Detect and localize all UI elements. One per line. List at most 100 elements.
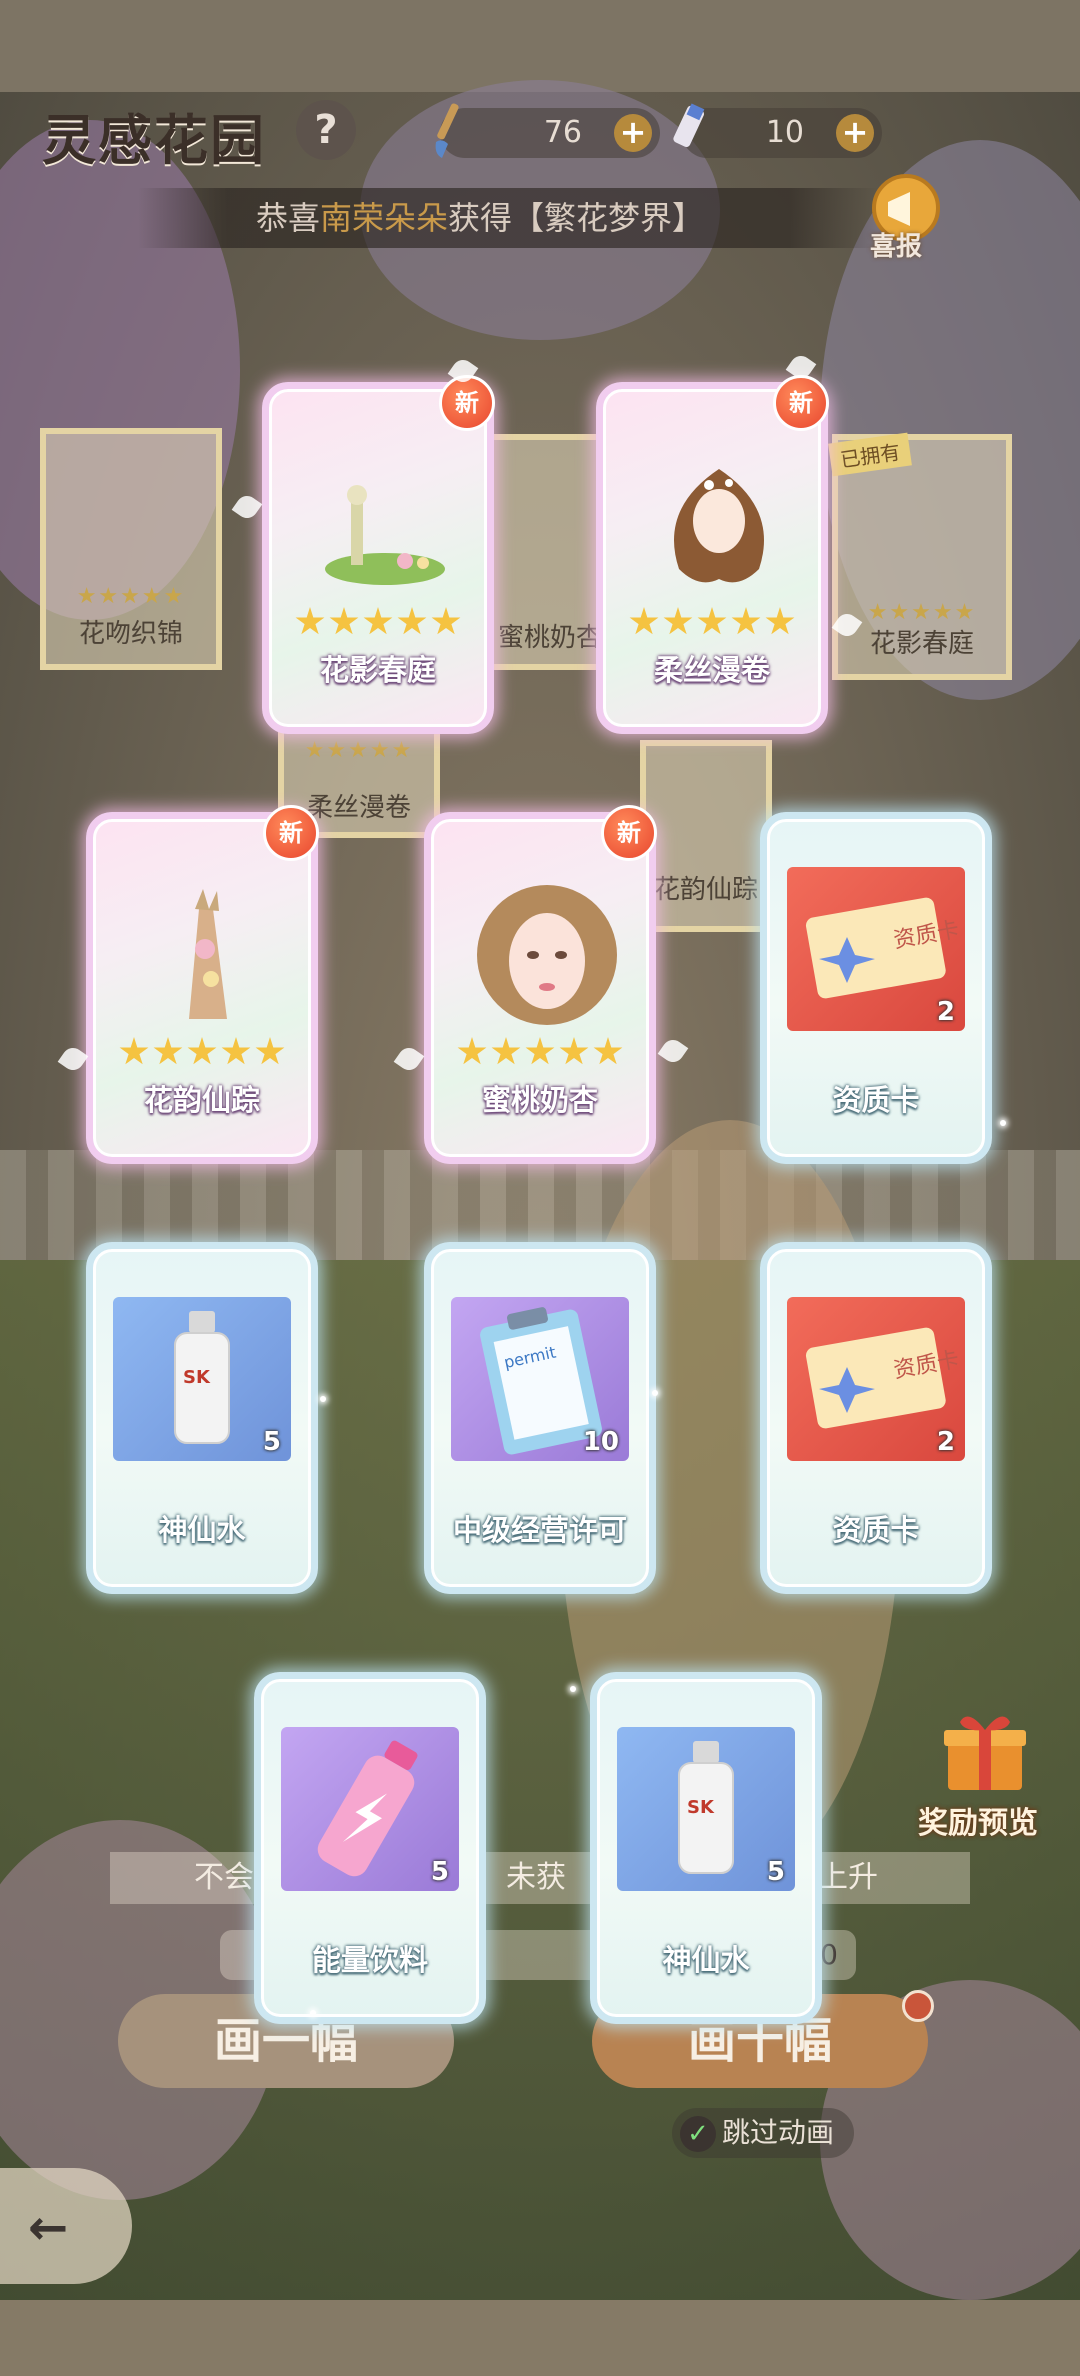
brush-icon: [435, 103, 459, 158]
new-badge: 新: [439, 375, 495, 431]
star-icon: [629, 607, 659, 635]
star-icon: [153, 1037, 183, 1065]
background-card-name: 花韵仙踪: [653, 875, 758, 905]
reward-name: 花影春庭: [319, 653, 436, 687]
background-card: 花韵仙踪: [640, 740, 772, 932]
reward-card[interactable]: SK 5 神仙水: [590, 1672, 822, 2024]
currency-paint: 10 +: [673, 103, 882, 158]
info-text-right: 上升: [818, 1860, 878, 1895]
broadcast-banner: 恭喜南荣朵朵获得【繁花梦界】: [138, 188, 878, 248]
reward-name: 资质卡: [832, 1083, 920, 1117]
reward-card[interactable]: permit 10 中级经营许可: [424, 1242, 656, 1594]
sparkle-decoration: [652, 1390, 658, 1396]
question-icon: ?: [314, 107, 338, 153]
broadcast-player: 南荣朵朵: [320, 199, 449, 237]
page-title: 灵感花园: [42, 109, 266, 172]
star-icon: [663, 607, 693, 635]
garden-outfit-art: [325, 485, 445, 585]
back-button[interactable]: ←: [0, 2168, 132, 2284]
star-icon: [221, 1037, 251, 1065]
item-frame: permit 10: [451, 1297, 629, 1461]
star-rating: [269, 607, 487, 641]
star-icon: [119, 1037, 149, 1065]
background-card-name: 花影春庭: [869, 629, 974, 659]
reward-card[interactable]: 5 能量饮料: [254, 1672, 486, 2024]
new-badge: 新: [263, 805, 319, 861]
star-icon: [255, 1037, 285, 1065]
game-screen: 灵感花园 ? 76 + 10 + 恭喜南荣朵朵获得【繁花梦界】 喜报 ★★★★★…: [0, 0, 1080, 2376]
brush-count: 76: [543, 115, 582, 150]
checkmark-icon: ✓: [680, 2116, 716, 2152]
star-icon: [431, 607, 461, 635]
star-icon: [397, 607, 427, 635]
reward-preview-label[interactable]: 奖励预览: [918, 1798, 1038, 1842]
svg-text:SK: SK: [183, 1367, 211, 1388]
star-icon: [187, 1037, 217, 1065]
item-frame: SK 5: [617, 1727, 795, 1891]
owned-tag: 已拥有: [828, 432, 912, 477]
butterfly-decoration: [57, 1043, 89, 1075]
reward-name: 柔丝漫卷: [653, 653, 770, 687]
bottom-frame: [0, 2300, 1080, 2376]
counter-text: 0: [820, 1938, 838, 1971]
star-icon: [491, 1037, 521, 1065]
star-icon: [295, 607, 325, 635]
add-paint-button[interactable]: +: [836, 114, 874, 152]
star-icon: [593, 1037, 623, 1065]
star-icon: [525, 1037, 555, 1065]
reward-card[interactable]: SK 5 神仙水: [86, 1242, 318, 1594]
star-rating: [93, 1037, 311, 1071]
background-card-name: 花吻织锦: [78, 619, 183, 649]
star-rating: [603, 607, 821, 641]
svg-text:SK: SK: [687, 1797, 715, 1818]
add-brush-button[interactable]: +: [614, 114, 652, 152]
reward-card[interactable]: 资质卡 2 资质卡: [760, 812, 992, 1164]
sparkle-decoration: [310, 2010, 316, 2016]
star-icon: [731, 607, 761, 635]
back-arrow-icon: ←: [28, 2200, 69, 2256]
info-text-mid: 未获: [506, 1860, 566, 1895]
item-frame: 资质卡 2: [787, 1297, 965, 1461]
broadcast-verb: 获得: [448, 199, 513, 237]
broadcast-reward: 【繁花梦界】: [512, 199, 705, 237]
item-quantity: 5: [262, 1427, 281, 1457]
reward-card[interactable]: 新 花影春庭: [262, 375, 495, 734]
item-quantity: 2: [936, 997, 955, 1027]
skip-animation-toggle[interactable]: ✓ 跳过动画: [672, 2108, 855, 2158]
item-quantity: 5: [766, 1857, 785, 1887]
help-button[interactable]: ?: [296, 100, 356, 160]
currency-brush: 76 +: [435, 103, 660, 158]
info-text-left: 不会: [194, 1860, 254, 1895]
reward-card[interactable]: 新 蜜桃奶杏: [424, 805, 657, 1164]
reward-card[interactable]: 资质卡 2 资质卡: [760, 1242, 992, 1594]
background-card: 已拥有 ★★★★★ 花影春庭: [828, 432, 1012, 680]
horn-label: 喜报: [870, 232, 923, 262]
item-quantity: 10: [582, 1427, 619, 1457]
star-icon: [697, 607, 727, 635]
reward-name: 神仙水: [158, 1513, 246, 1547]
star-icon: [363, 607, 393, 635]
reward-card[interactable]: 新 柔丝漫卷: [596, 375, 829, 734]
reward-name: 花韵仙踪: [143, 1083, 260, 1117]
skip-animation-label: 跳过动画: [722, 2116, 835, 2149]
reward-name: 能量饮料: [311, 1943, 428, 1977]
new-badge: 新: [773, 375, 829, 431]
reward-name: 中级经营许可: [452, 1513, 627, 1547]
reward-name: 资质卡: [832, 1513, 920, 1547]
reward-name: 神仙水: [662, 1943, 750, 1977]
background-card-stars: ★★★★★: [76, 584, 186, 609]
makeup-art: [477, 885, 617, 1025]
sparkle-decoration: [570, 1686, 576, 1692]
background-card-name: 蜜桃奶杏: [497, 623, 602, 653]
butterfly-decoration: [657, 1035, 689, 1067]
sparkle-decoration: [1000, 1120, 1006, 1126]
item-frame: SK 5: [113, 1297, 291, 1461]
draw-info-bar: 不会 未获 上升: [110, 1852, 970, 1904]
sparkle-decoration: [320, 1396, 326, 1402]
star-icon: [765, 607, 795, 635]
hairstyle-art: [674, 469, 764, 583]
star-icon: [559, 1037, 589, 1065]
reward-card[interactable]: 新 花韵仙踪: [86, 805, 319, 1164]
gift-icon[interactable]: [938, 1708, 1032, 1794]
item-quantity: 2: [936, 1427, 955, 1457]
